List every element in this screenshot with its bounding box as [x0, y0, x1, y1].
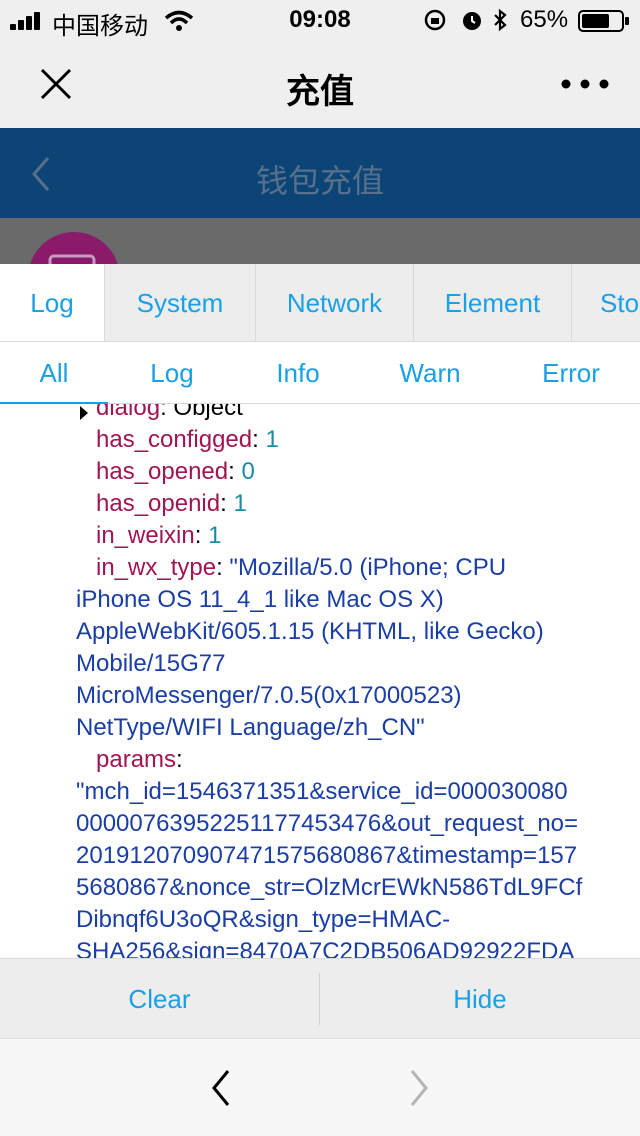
- vconsole-panel: Log System Network Element Sto All Log I…: [0, 264, 640, 1136]
- log-text-line: NetType/WIFI Language/zh_CN": [76, 714, 425, 741]
- log-text-line: Mobile/15G77: [76, 650, 226, 677]
- log-entry-in-weixin: in_weixin: 1: [96, 522, 222, 549]
- filter-info[interactable]: Info: [242, 342, 354, 404]
- log-text-line: iPhone OS 11_4_1 like Mac OS X): [76, 586, 444, 613]
- log-text-line: "mch_id=1546371351&service_id=000030080: [76, 778, 568, 805]
- vconsole-action-bar: Clear Hide: [0, 958, 640, 1038]
- log-text-line: 2019120709074715756808​67&timestamp=157: [76, 842, 578, 869]
- bluetooth-icon: [494, 8, 507, 32]
- clear-button[interactable]: Clear: [0, 959, 319, 1039]
- log-text-line: SHA256&sign=8470A7C2DB506AD92922FDA: [76, 938, 575, 958]
- status-bar: 中国移动 09:08 65%: [0, 0, 640, 40]
- expand-triangle-icon[interactable]: [80, 406, 88, 420]
- log-entry-in-wx-type: in_wx_type: "Mozilla/5.0 (iPhone; CPU: [96, 554, 507, 581]
- filter-error[interactable]: Error: [514, 342, 628, 404]
- log-entry-params: params:: [96, 746, 183, 773]
- log-text-line: 00000763952251177453476&out_request_no=: [76, 810, 579, 837]
- orientation-lock-icon: [424, 9, 446, 31]
- log-entry-has-configged: has_configged: 1: [96, 426, 279, 453]
- log-text-line: 5680867&nonce_str=OlzMcrEWkN586TdL9FCf: [76, 874, 583, 901]
- filter-all[interactable]: All: [0, 342, 108, 404]
- browser-forward-icon[interactable]: [404, 1067, 434, 1109]
- tab-element[interactable]: Element: [414, 264, 572, 341]
- wechat-navigation-bar: 充值: [0, 40, 640, 128]
- log-text-line: AppleWebKit/605.1.15 (KHTML, like Gecko): [76, 618, 544, 645]
- tab-storage[interactable]: Sto: [572, 264, 640, 341]
- battery-icon: [578, 10, 629, 32]
- filter-warn[interactable]: Warn: [374, 342, 486, 404]
- tab-network[interactable]: Network: [256, 264, 414, 341]
- alarm-icon: [463, 12, 481, 30]
- tab-system[interactable]: System: [105, 264, 256, 341]
- page-header: 钱包充值: [0, 128, 640, 218]
- more-options-icon[interactable]: [560, 78, 610, 90]
- log-entry-dialog: dialog: Object: [96, 404, 243, 421]
- wallet-recharge-title: 钱包充值: [255, 163, 384, 199]
- battery-percentage: 65%: [520, 6, 569, 33]
- log-filter-tabs: All Log Info Warn Error: [0, 342, 640, 404]
- log-entry-has-openid: has_openid: 1: [96, 490, 247, 517]
- log-text-line: Dibnqf6U3oQR&sign_type=HMAC-: [76, 906, 451, 933]
- browser-toolbar: [0, 1038, 640, 1136]
- page-title: 充值: [286, 73, 354, 111]
- hide-button[interactable]: Hide: [320, 959, 640, 1039]
- vconsole-tabs: Log System Network Element Sto: [0, 264, 640, 342]
- log-text-line: MicroMessenger/7.0.5(0x17000523): [76, 682, 462, 709]
- log-output[interactable]: dialog: Object has_configged: 1 has_open…: [0, 404, 640, 958]
- filter-log[interactable]: Log: [116, 342, 228, 404]
- log-entry-has-opened: has_opened: 0: [96, 458, 255, 485]
- browser-back-icon[interactable]: [206, 1067, 236, 1109]
- tab-log[interactable]: Log: [0, 264, 105, 341]
